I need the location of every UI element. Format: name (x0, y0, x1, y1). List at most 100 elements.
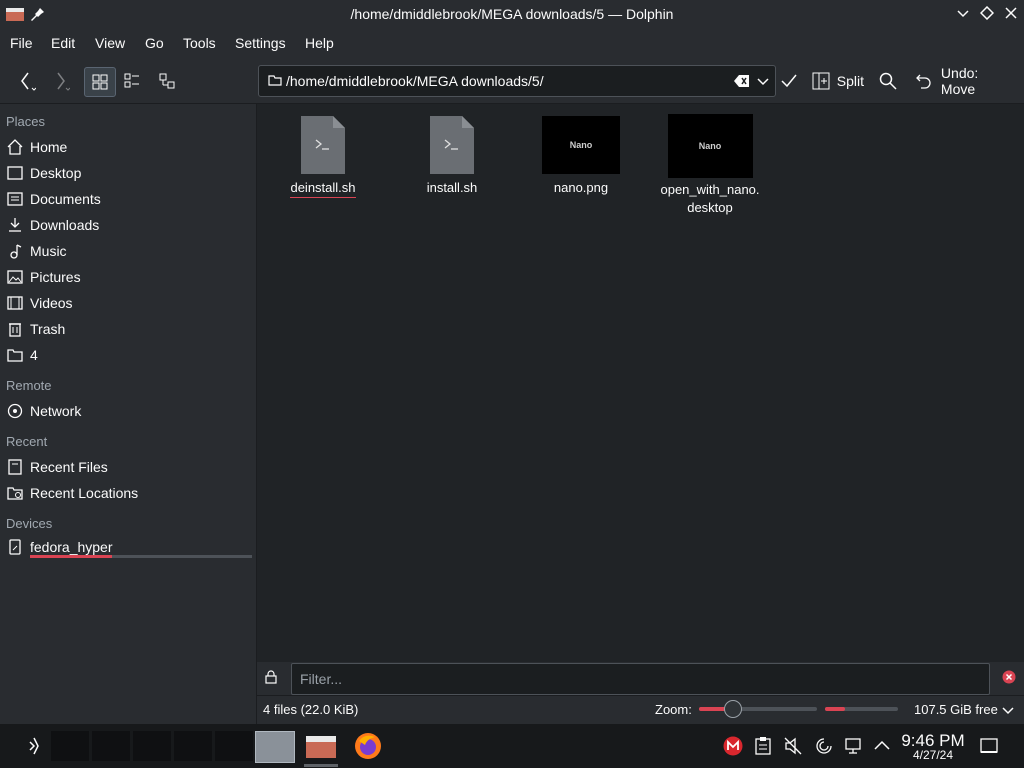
file-item-deinstall[interactable]: deinstall.sh (258, 116, 388, 198)
search-icon (879, 72, 897, 90)
sidebar-item-label: Documents (30, 191, 101, 207)
title-bar: /home/dmiddlebrook/MEGA downloads/5 — Do… (0, 0, 1024, 29)
sidebar-item-pictures[interactable]: Pictures (6, 265, 252, 289)
updates-icon[interactable] (815, 737, 833, 758)
filter-input[interactable]: Filter... (291, 663, 990, 695)
split-label: Split (836, 73, 864, 89)
device-capacity-fill (30, 555, 113, 558)
compact-view-icon (124, 73, 139, 88)
mega-icon[interactable] (723, 736, 743, 759)
menu-file[interactable]: File (10, 35, 33, 51)
music-icon (6, 242, 24, 260)
status-summary: 4 files (22.0 KiB) (263, 702, 359, 717)
sidebar-item-label: Downloads (30, 217, 100, 233)
desktop-icon (6, 164, 24, 182)
details-view-button[interactable] (153, 67, 181, 95)
image-thumbnail: Nano (542, 116, 620, 174)
script-file-icon (430, 116, 474, 174)
drive-icon (6, 538, 24, 556)
virtual-desktop-5[interactable] (215, 731, 253, 761)
search-button[interactable] (877, 67, 899, 95)
trash-icon (6, 320, 24, 338)
virtual-desktop-4[interactable] (174, 731, 212, 761)
application-launcher-icon[interactable] (24, 736, 44, 759)
clipboard-icon[interactable] (755, 737, 771, 758)
virtual-desktop-1[interactable] (51, 731, 89, 761)
zoom-slider-handle[interactable] (724, 700, 742, 718)
show-desktop-icon[interactable] (980, 738, 998, 757)
free-space-fill (825, 707, 845, 711)
sidebar-item-label: Pictures (30, 269, 81, 285)
sidebar-item-trash[interactable]: Trash (6, 317, 252, 341)
chevron-down-icon[interactable] (757, 75, 769, 90)
chevron-up-icon[interactable] (874, 739, 890, 754)
network-wired-icon[interactable] (845, 737, 863, 758)
accept-location-button[interactable] (779, 67, 799, 95)
file-item-nano-png[interactable]: Nano nano.png (516, 116, 646, 195)
volume-muted-icon[interactable] (784, 737, 802, 758)
split-button[interactable]: Split (812, 67, 864, 95)
status-bar (257, 695, 1024, 725)
forward-button[interactable] (46, 67, 74, 95)
thumbnail-logo-text: Nano (569, 140, 593, 150)
sidebar-item-label: Desktop (30, 165, 82, 181)
menu-tools[interactable]: Tools (183, 35, 216, 51)
free-space-bar (825, 707, 898, 711)
folder-icon (268, 73, 282, 90)
menu-view[interactable]: View (95, 35, 125, 51)
dolphin-task-icon[interactable] (306, 733, 336, 762)
sidebar-item-label: fedora_hyper (30, 539, 113, 555)
menu-go[interactable]: Go (145, 35, 164, 51)
compact-view-button[interactable] (118, 67, 146, 95)
pictures-icon (6, 268, 24, 286)
close-filter-icon[interactable] (1002, 670, 1016, 687)
sidebar-item-documents[interactable]: Documents (6, 187, 252, 211)
sidebar-item-network[interactable]: Network (6, 399, 252, 423)
menu-settings[interactable]: Settings (235, 35, 286, 51)
firefox-icon[interactable] (353, 731, 383, 764)
zoom-slider[interactable] (699, 707, 817, 711)
image-thumbnail: Nano (667, 114, 753, 178)
icons-view-button[interactable] (84, 67, 116, 97)
free-space-label: 107.5 GiB free (914, 702, 998, 717)
sidebar-item-downloads[interactable]: Downloads (6, 213, 252, 237)
maximize-icon[interactable] (977, 5, 997, 25)
split-icon (812, 72, 830, 90)
sidebar-item-recent-locations[interactable]: Recent Locations (6, 481, 252, 505)
sidebar-item-home[interactable]: Home (6, 135, 252, 159)
sidebar-item-label: Network (30, 403, 82, 419)
file-item-open-with-nano[interactable]: Nano open_with_nano. desktop (645, 114, 775, 217)
clock-date[interactable]: 4/27/24 (898, 748, 968, 762)
devices-header: Devices (6, 516, 53, 531)
filter-placeholder: Filter... (300, 671, 343, 687)
sidebar-item-videos[interactable]: Videos (6, 291, 252, 315)
active-task-indicator (304, 764, 338, 767)
minimize-icon[interactable] (953, 5, 973, 25)
sidebar-item-folder-4[interactable]: 4 (6, 343, 252, 367)
menu-help[interactable]: Help (305, 35, 334, 51)
sidebar-item-recent-files[interactable]: Recent Files (6, 455, 252, 479)
virtual-desktop-6[interactable] (255, 731, 295, 763)
close-icon[interactable] (1001, 5, 1021, 25)
file-name-line2: desktop (687, 200, 733, 215)
network-icon (6, 402, 24, 420)
back-button[interactable] (12, 67, 40, 95)
undo-button[interactable]: Undo: Move (916, 65, 1016, 97)
icons-view-icon (92, 74, 108, 90)
virtual-desktop-2[interactable] (92, 731, 130, 761)
downloads-icon (6, 216, 24, 234)
menu-edit[interactable]: Edit (51, 35, 75, 51)
videos-icon (6, 294, 24, 312)
virtual-desktop-3[interactable] (133, 731, 171, 761)
clear-location-icon[interactable] (734, 74, 750, 91)
lock-icon[interactable] (264, 670, 278, 687)
file-item-install[interactable]: install.sh (387, 116, 517, 195)
file-name-line1: open_with_nano. (660, 182, 760, 197)
location-path[interactable]: /home/dmiddlebrook/MEGA downloads/5/ (286, 73, 544, 89)
chevron-down-icon[interactable] (1002, 704, 1014, 719)
location-bar[interactable]: /home/dmiddlebrook/MEGA downloads/5/ (258, 65, 776, 97)
sidebar-item-music[interactable]: Music (6, 239, 252, 263)
sidebar-item-desktop[interactable]: Desktop (6, 161, 252, 185)
script-file-icon (301, 116, 345, 174)
sidebar-item-label: Recent Files (30, 459, 108, 475)
